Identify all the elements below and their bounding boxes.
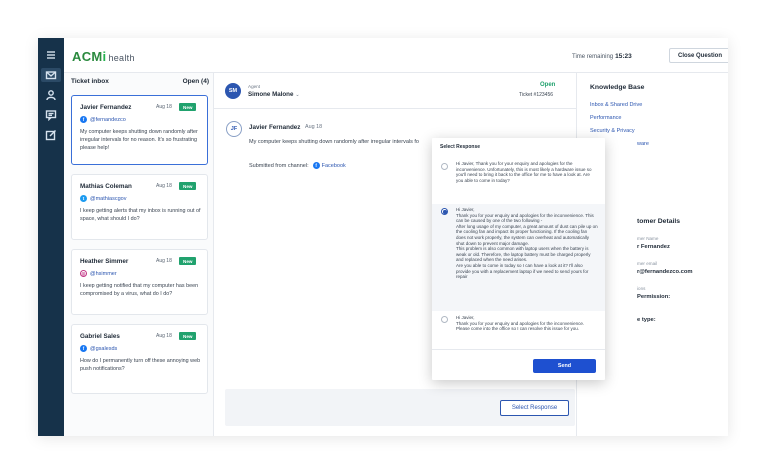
channel-link[interactable]: Facebook [322,163,346,169]
ticket-handle: t @mathiascgov [80,195,126,202]
app-window: ACMi health Time remaining 15:23 Close Que… [38,38,728,436]
ticket-handle: f @fernandezco [80,116,126,123]
customer-email-value: r@fernandezco.com [637,269,693,275]
response-option-selected[interactable]: Hi Javier, Thank you for your enquiry an… [432,204,605,311]
radio-button[interactable] [441,163,448,170]
edit-icon[interactable] [44,128,58,142]
agent-name: Simone Malone [248,91,294,98]
ticket-name: Gabriel Sales [80,333,120,340]
time-remaining: Time remaining 15:23 [572,53,632,60]
logo-health: health [108,53,135,63]
radio-button-selected[interactable] [441,208,448,215]
ticket-date: Aug 18 [156,333,172,339]
instagram-icon: ◎ [80,270,87,277]
logo-acm: ACM [72,49,103,64]
response-text: Hi Javier, Thank you for your enquiry an… [456,161,592,183]
customer-details-title: tomer Details [637,218,681,225]
select-response-modal: Select Response Hi Javier, Thank you for… [432,138,605,380]
facebook-icon: f [312,162,320,169]
handle-text: @mathiascgov [90,195,127,202]
handle-text: @fernandezco [90,116,126,123]
logo-i: i [102,49,107,64]
chevron-down-icon: ⌄ [295,92,300,98]
agent-header: SM Agent Simone Malone ⌄ Open Ticket #123… [214,73,576,109]
brand-logo: ACMi health [72,49,135,64]
response-text: Hi Javier, Thank you for your enquiry an… [456,207,598,280]
ticket-message: How do I permanently turn off these anno… [80,358,201,372]
modal-title: Select Response [440,144,481,150]
kb-link-software[interactable]: ware [637,141,649,147]
message-body: My computer keeps shutting down randomly… [249,139,419,145]
ticket-card[interactable]: Javier Fernandez Aug 18 New f @fernandezc… [71,95,208,165]
ticket-number: Ticket #123456 [519,92,554,98]
ticket-handle: ◎ @hsimmer [80,270,117,277]
user-icon[interactable] [44,88,58,102]
side-rail [38,38,64,436]
knowledge-base-title: Knowledge Base [590,84,645,91]
handle-text: @gsalesds [90,345,118,352]
ticket-card[interactable]: Heather Simmer Aug 18 New ◎ @hsimmer I ke… [71,249,208,315]
handle-text: @hsimmer [90,270,117,277]
message-author: Javier Fernandez [249,124,301,131]
facebook-icon: f [80,345,87,352]
timer-value: 15:23 [615,53,632,60]
ticket-inbox: Ticket inbox Open (4) Javier Fernandez A… [64,73,214,436]
ticket-message: I keep getting alerts that my inbox is r… [80,208,201,222]
inbox-icon[interactable] [41,68,61,82]
message-source: Submitted from channel: f Facebook [249,162,346,169]
radio-button[interactable] [441,316,448,323]
customer-name-value: r Fernandez [637,244,670,250]
new-badge: New [179,332,197,340]
agent-selector[interactable]: Simone Malone ⌄ [248,91,300,98]
top-bar: ACMi health Time remaining 15:23 Close Que… [64,38,728,73]
customer-avatar: JF [226,121,242,137]
ticket-date: Aug 18 [156,258,172,264]
facebook-icon: f [80,116,87,123]
ticket-card[interactable]: Mathias Coleman Aug 18 New t @mathiascgov… [71,174,208,240]
kb-link-performance[interactable]: Performance [590,115,622,121]
open-count[interactable]: Open (4) [183,78,209,85]
kb-link-inbox[interactable]: Inbox & Shared Drive [590,102,642,108]
new-badge: New [179,257,197,265]
chat-icon[interactable] [44,108,58,122]
ticket-message: My computer keeps shutting down randomly… [80,129,198,151]
modal-divider [432,349,605,350]
permissions-label: ions [637,286,646,291]
ticket-card[interactable]: Gabriel Sales Aug 18 New f @gsalesds How … [71,324,208,394]
ticket-handle: f @gsalesds [80,345,117,352]
response-option[interactable]: Hi Javier, Thank you for your enquiry an… [432,314,605,344]
customer-email-label: mer email [637,261,658,266]
close-question-button[interactable]: Close Question [669,48,728,63]
message-date: Aug 18 [305,124,323,130]
ticket-name: Heather Simmer [80,258,129,265]
submitted-from-label: Submitted from channel: [249,162,309,169]
menu-icon[interactable] [44,48,58,62]
status-badge: Open [540,82,556,88]
new-badge: New [179,182,197,190]
kb-link-security[interactable]: Security & Privacy [590,128,635,134]
timer-label: Time remaining [572,54,614,60]
ticket-name: Mathias Coleman [80,183,132,190]
twitter-icon: t [80,195,87,202]
response-text: Hi Javier, Thank you for your enquiry an… [456,315,585,332]
inbox-title: Ticket inbox [71,78,109,85]
ticket-message: I keep getting notified that my computer… [80,283,199,297]
permission-value: Permission: [637,294,671,300]
inbox-header: Ticket inbox Open (4) [71,78,209,85]
ticket-date: Aug 18 [156,183,172,189]
send-button[interactable]: Send [533,359,596,373]
response-option[interactable]: Hi Javier, Thank you for your enquiry an… [432,158,605,203]
customer-name-label: mer Name [637,236,659,241]
agent-avatar: SM [225,83,241,99]
new-badge: New [179,103,197,111]
select-response-button[interactable]: Select Response [500,400,569,416]
ticket-name: Javier Fernandez [80,104,132,111]
ticket-date: Aug 18 [156,104,172,110]
customer-type-value: e type: [637,317,656,323]
agent-label: Agent [248,84,261,89]
